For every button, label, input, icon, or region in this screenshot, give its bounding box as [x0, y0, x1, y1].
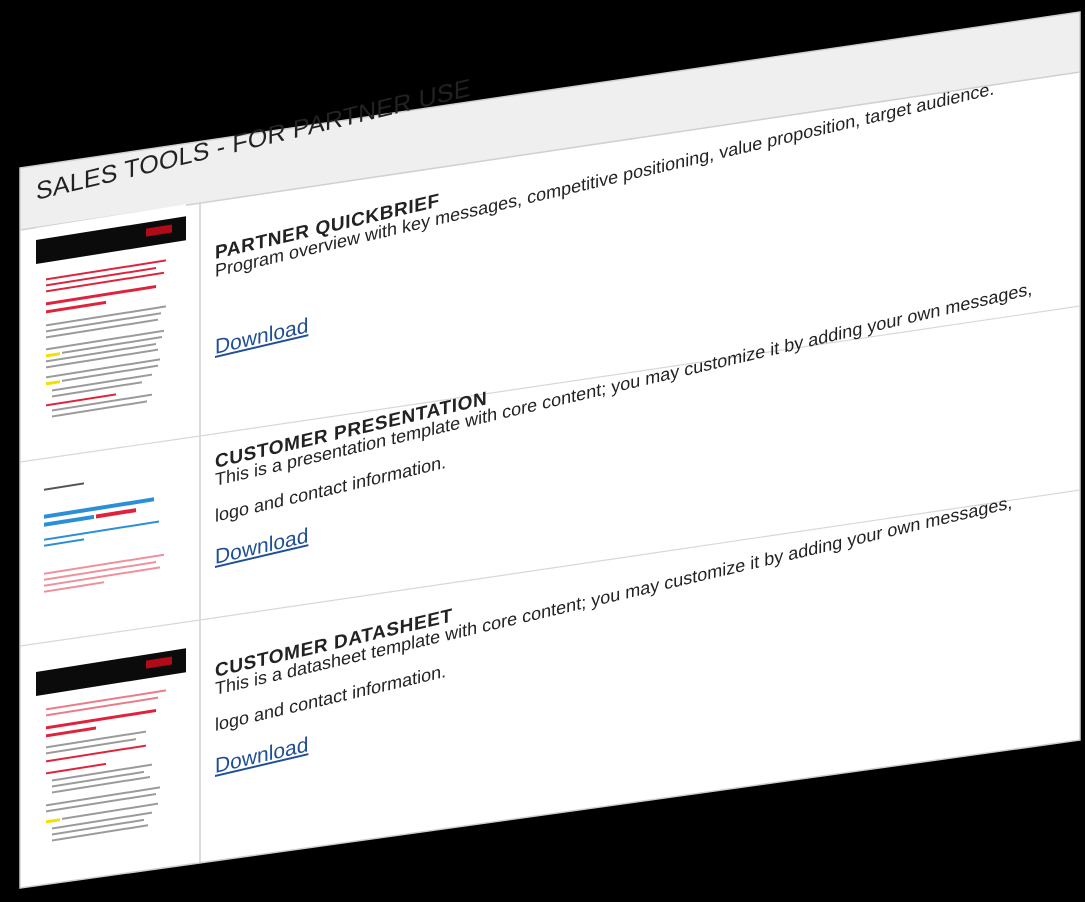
- datasheet-thumbnail: [36, 636, 186, 860]
- quickbrief-thumbnail: [36, 204, 186, 428]
- presentation-thumbnail: [36, 454, 186, 618]
